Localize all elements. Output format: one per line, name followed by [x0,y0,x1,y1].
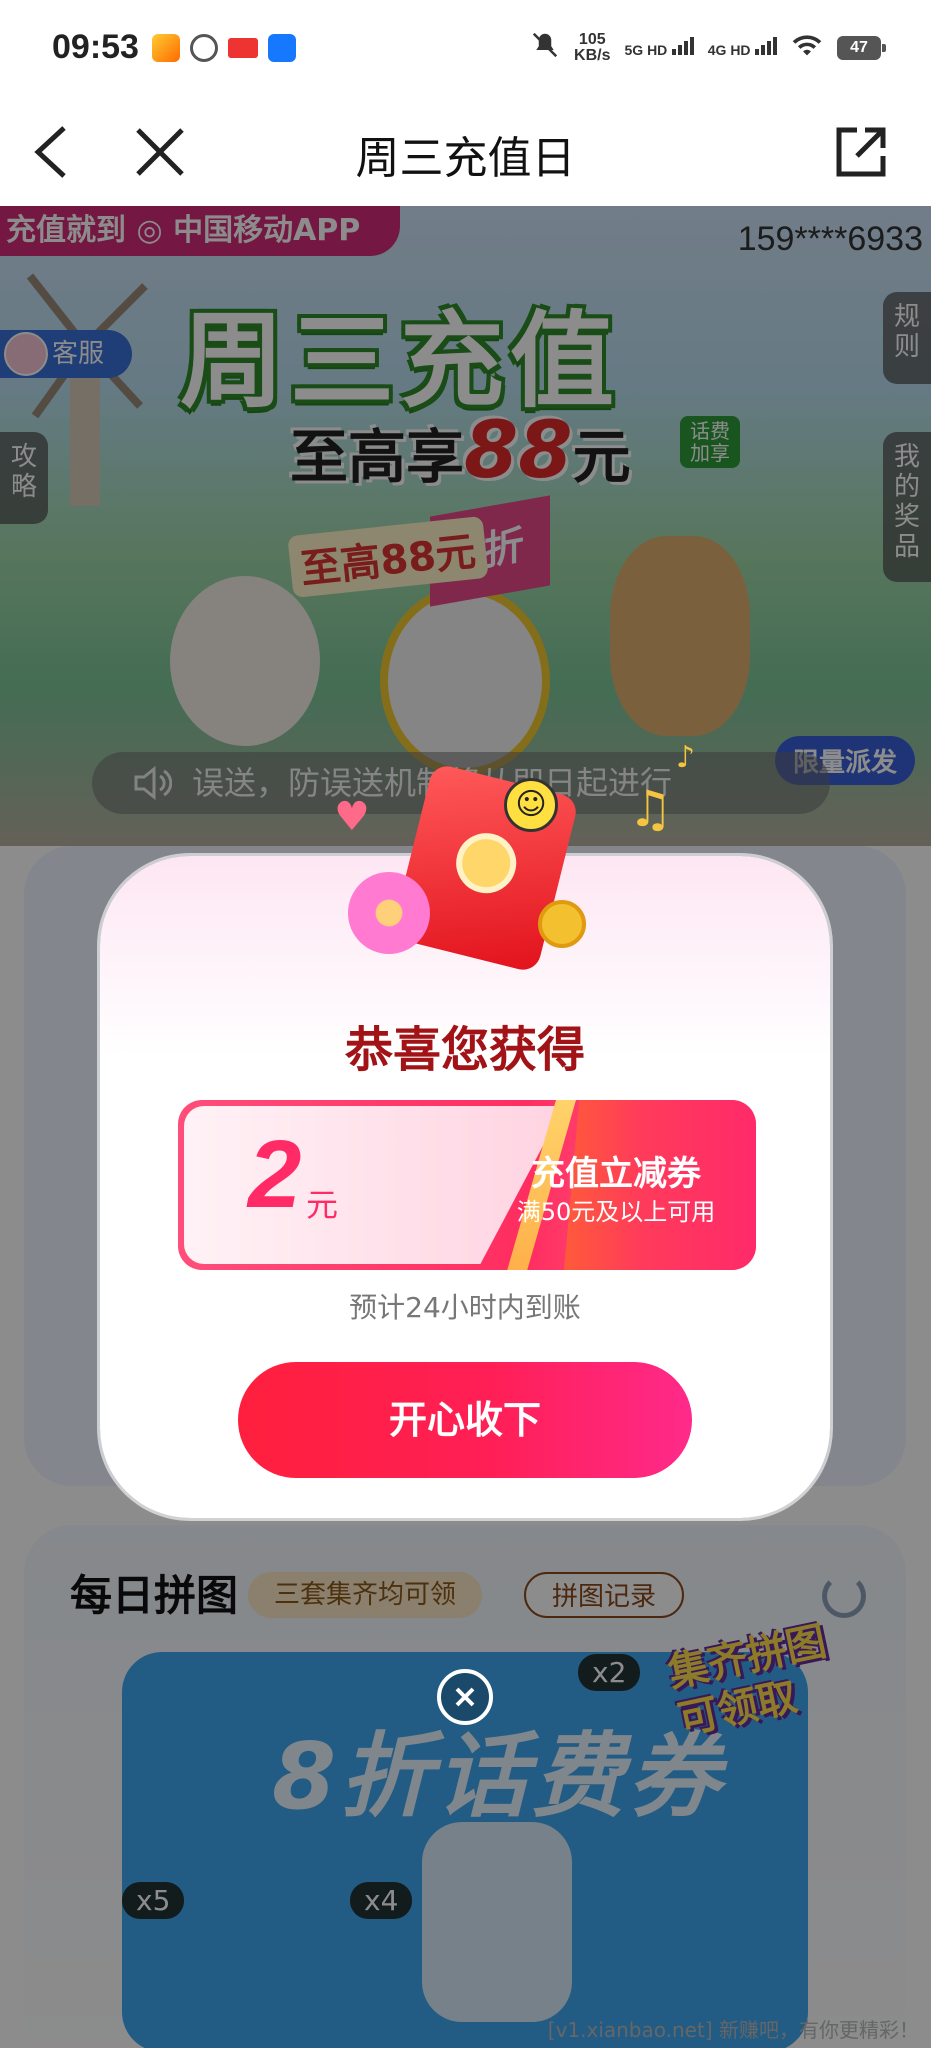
share-icon [836,127,886,177]
wifi-icon [791,32,823,63]
envelope-seal [449,826,523,900]
modal-title: 恭喜您获得 [344,1022,585,1078]
close-icon [455,1687,475,1707]
share-button[interactable] [825,116,897,188]
nav-bar: 周三充值日 [0,100,931,206]
battery-indicator: 47 [837,35,886,60]
toutiao-icon [228,38,258,58]
sim1-signal: 5G HD [625,35,694,60]
coin-icon [538,900,586,948]
net-speed: 105 KB/s [574,30,611,64]
accept-button[interactable]: 开心收下 [238,1362,692,1478]
arrival-estimate: 预计24小时内到账 [349,1291,581,1324]
coupon-card: 2 元 充值立减券 满50元及以上可用 [178,1100,756,1270]
status-time: 09:53 [52,28,139,66]
coupon-amount: 2 [248,1121,302,1228]
alipay-icon [268,34,296,62]
music-note-icon: ♪ [676,740,696,775]
coupon-unit: 元 [306,1186,339,1224]
sim2-signal: 4G HD [708,35,777,60]
coupon-condition: 满50元及以上可用 [516,1198,716,1226]
watermark: [v1.xianbao.net] 新赚吧，有你更精彩！ [547,2018,919,2042]
smiley-icon: ☺ [504,778,558,832]
coupon-name: 充值立减券 [531,1154,701,1194]
music-note-icon: ♫ [628,780,673,838]
wechat-icon [190,34,218,62]
page-title: 周三充值日 [355,133,576,184]
modal-close-button[interactable] [437,1669,493,1725]
mute-icon [530,30,560,65]
app-notification-icon [152,34,180,62]
flower-icon [348,872,430,954]
status-bar: 09:53 105 KB/s 5G HD 4G HD 47 [0,0,931,100]
heart-icon: ♥ [334,794,370,840]
